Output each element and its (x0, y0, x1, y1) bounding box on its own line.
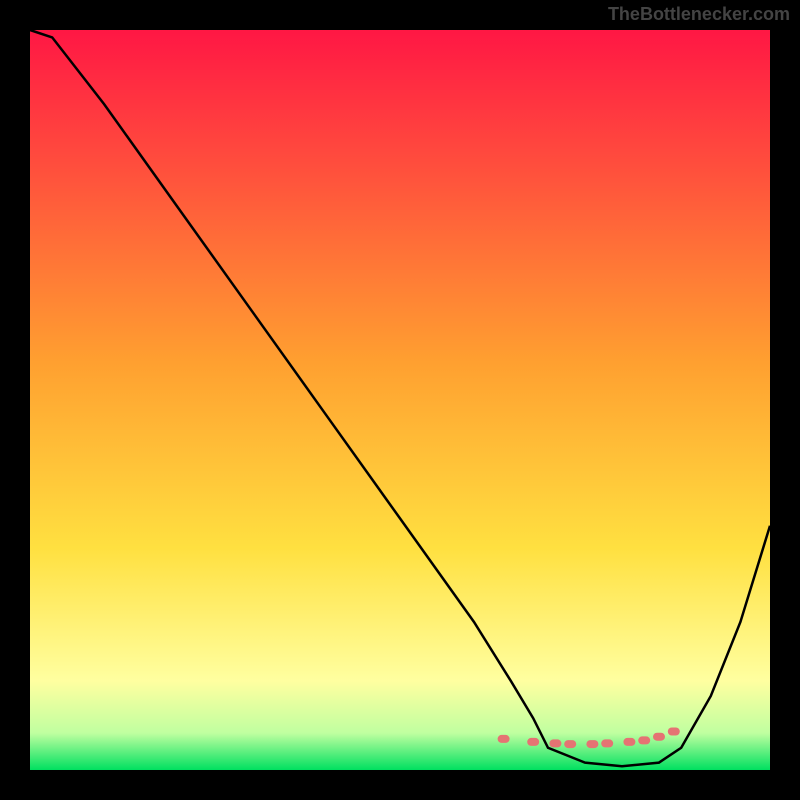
highlight-dot (586, 740, 598, 748)
highlight-dot (638, 736, 650, 744)
highlight-dot (668, 728, 680, 736)
chart-container: TheBottlenecker.com (0, 0, 800, 800)
highlight-dot (623, 738, 635, 746)
highlight-dot (564, 740, 576, 748)
highlight-dot (549, 739, 561, 747)
gradient-background (30, 30, 770, 770)
highlight-dot (653, 733, 665, 741)
highlight-dot (601, 739, 613, 747)
chart-plot-area (30, 30, 770, 770)
watermark-text: TheBottlenecker.com (608, 4, 790, 25)
highlight-dot (498, 735, 510, 743)
chart-svg (30, 30, 770, 770)
highlight-dot (527, 738, 539, 746)
